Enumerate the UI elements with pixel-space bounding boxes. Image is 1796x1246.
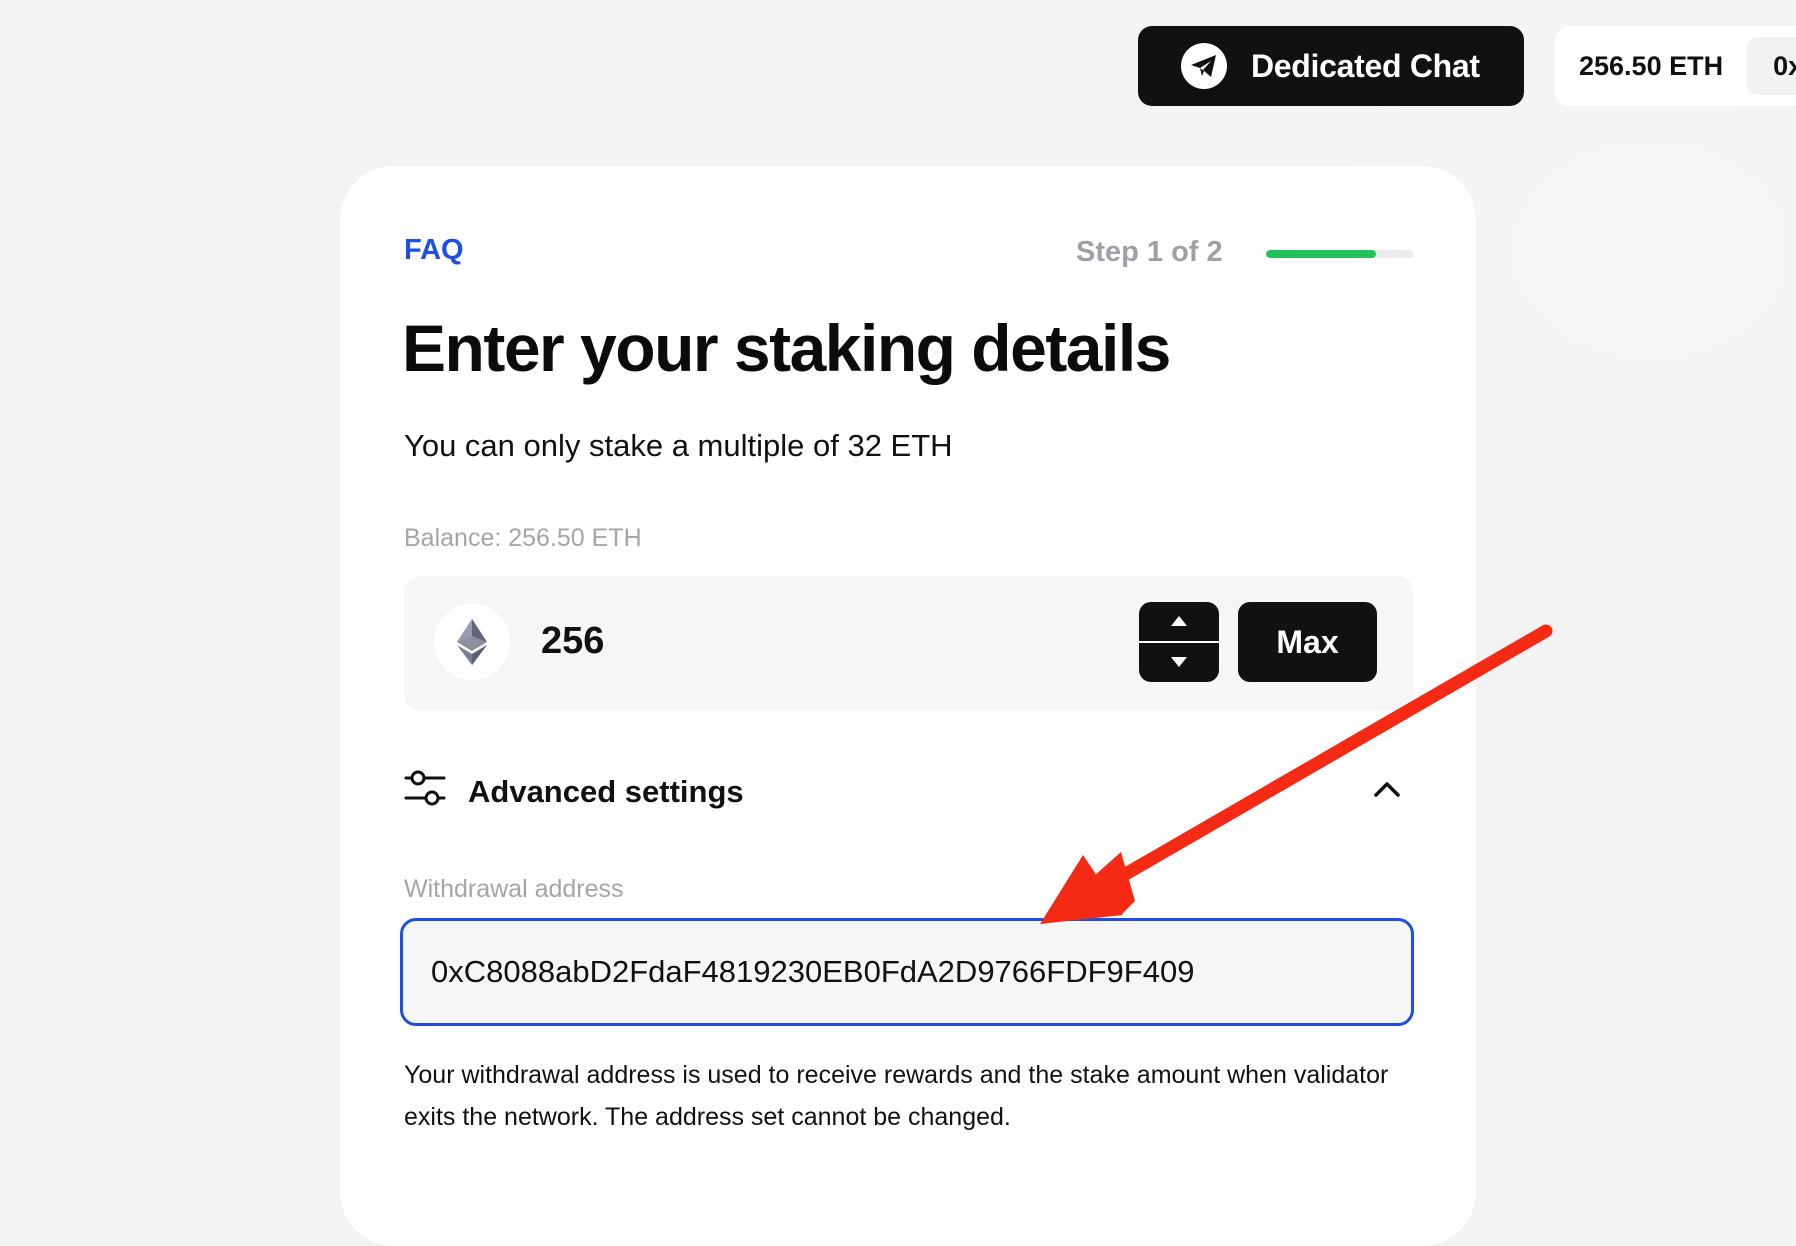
advanced-settings-label: Advanced settings bbox=[468, 774, 744, 809]
dedicated-chat-button[interactable]: Dedicated Chat bbox=[1138, 26, 1524, 106]
step-progress-fill bbox=[1266, 250, 1377, 258]
page-title: Enter your staking details bbox=[402, 311, 1171, 385]
withdrawal-address-label: Withdrawal address bbox=[404, 875, 624, 903]
page-subtitle: You can only stake a multiple of 32 ETH bbox=[404, 428, 953, 463]
ethereum-icon bbox=[434, 604, 510, 680]
sliders-icon bbox=[404, 768, 448, 813]
triangle-up-icon bbox=[1171, 613, 1187, 631]
stake-amount-field[interactable]: 256 Max bbox=[404, 576, 1413, 710]
advanced-settings-toggle[interactable]: Advanced settings bbox=[404, 762, 1413, 822]
telegram-icon bbox=[1181, 43, 1227, 89]
decrement-button[interactable] bbox=[1139, 643, 1219, 682]
balance-label: Balance: 256.50 ETH bbox=[404, 524, 642, 552]
max-button[interactable]: Max bbox=[1238, 602, 1377, 682]
stake-amount-value[interactable]: 256 bbox=[541, 620, 604, 663]
staking-card: FAQ Step 1 of 2 Enter your staking detai… bbox=[340, 166, 1476, 1246]
step-progress-bar bbox=[1266, 250, 1413, 258]
triangle-down-icon bbox=[1171, 654, 1187, 672]
wallet-pill: 256.50 ETH 0x bbox=[1555, 26, 1796, 106]
withdrawal-address-input[interactable] bbox=[400, 918, 1414, 1026]
wallet-balance: 256.50 ETH bbox=[1579, 50, 1724, 81]
increment-button[interactable] bbox=[1139, 602, 1219, 641]
wallet-address-button[interactable]: 0x bbox=[1747, 37, 1796, 95]
dedicated-chat-label: Dedicated Chat bbox=[1251, 47, 1480, 84]
amount-stepper[interactable] bbox=[1139, 602, 1219, 682]
faq-link[interactable]: FAQ bbox=[404, 234, 464, 267]
chevron-up-icon[interactable] bbox=[1372, 780, 1402, 803]
withdrawal-address-help: Your withdrawal address is used to recei… bbox=[404, 1061, 1389, 1131]
step-indicator: Step 1 of 2 bbox=[1076, 236, 1223, 268]
